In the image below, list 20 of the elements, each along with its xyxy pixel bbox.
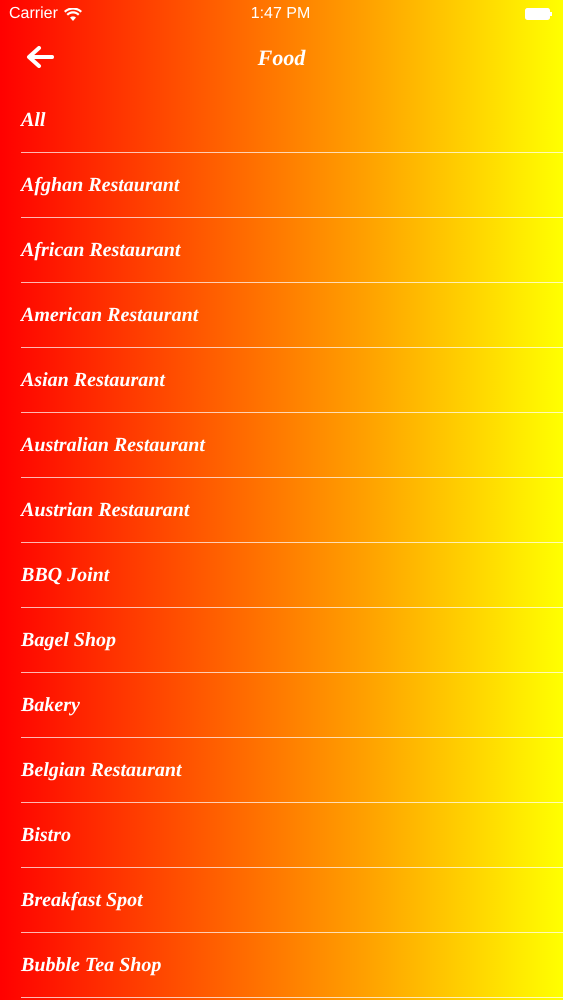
category-item[interactable]: Asian Restaurant bbox=[21, 368, 165, 392]
clock-label: 1:47 PM bbox=[250, 5, 310, 23]
category-item[interactable]: Bagel Shop bbox=[21, 628, 116, 652]
category-item[interactable]: African Restaurant bbox=[21, 238, 180, 262]
category-item[interactable]: Belgian Restaurant bbox=[21, 758, 182, 782]
category-item[interactable]: All bbox=[21, 108, 46, 132]
screen-title: Food bbox=[258, 45, 306, 71]
category-item[interactable]: American Restaurant bbox=[21, 304, 198, 326]
category-item[interactable]: Australian Restaurant bbox=[21, 434, 205, 456]
battery-icon bbox=[525, 8, 552, 20]
category-item[interactable]: Austrian Restaurant bbox=[21, 498, 190, 522]
carrier-label: Carrier bbox=[9, 5, 58, 23]
category-item[interactable]: Bakery bbox=[21, 694, 80, 716]
wifi-icon bbox=[64, 8, 82, 20]
category-item[interactable]: BBQ Joint bbox=[21, 564, 110, 586]
category-item[interactable]: Bubble Tea Shop bbox=[21, 954, 162, 976]
category-item[interactable]: Breakfast Spot bbox=[21, 888, 143, 912]
category-item[interactable]: Afghan Restaurant bbox=[21, 174, 180, 196]
category-item[interactable]: Bistro bbox=[21, 824, 72, 846]
back-button[interactable] bbox=[26, 46, 54, 68]
